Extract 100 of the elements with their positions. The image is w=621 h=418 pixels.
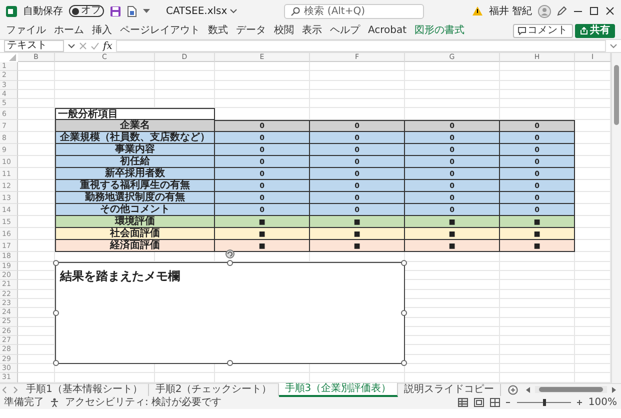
empty-cell[interactable]: [500, 345, 575, 355]
empty-cell[interactable]: [55, 80, 155, 90]
resize-handle[interactable]: [401, 360, 407, 366]
check-icon[interactable]: [91, 42, 99, 50]
empty-cell[interactable]: [500, 354, 575, 364]
empty-cell[interactable]: [500, 271, 575, 280]
empty-cell[interactable]: [500, 308, 575, 318]
empty-cell[interactable]: [215, 99, 310, 108]
page-break-preview-icon[interactable]: [490, 398, 500, 407]
empty-cell[interactable]: [405, 336, 500, 346]
empty-cell[interactable]: [405, 290, 500, 299]
empty-cell[interactable]: [405, 99, 500, 108]
resize-handle[interactable]: [401, 260, 407, 266]
empty-cell[interactable]: [215, 90, 310, 100]
resize-handle[interactable]: [53, 310, 59, 316]
close-icon[interactable]: [605, 6, 615, 16]
ribbon-tab[interactable]: 挿入: [92, 23, 112, 38]
autosave-toggle[interactable]: オフ: [69, 5, 104, 17]
resize-handle[interactable]: [53, 360, 59, 366]
caret-icon[interactable]: [68, 44, 75, 48]
normal-view-icon[interactable]: [458, 398, 468, 407]
empty-cell[interactable]: [500, 318, 575, 327]
ribbon-tab[interactable]: ファイル: [6, 23, 46, 38]
empty-cell[interactable]: [215, 71, 310, 81]
insert-function-button[interactable]: fx: [103, 38, 112, 54]
empty-cell[interactable]: [405, 90, 500, 100]
empty-cell[interactable]: [500, 99, 575, 108]
ribbon-tab[interactable]: 校閲: [274, 23, 294, 38]
empty-cell[interactable]: [500, 262, 575, 272]
empty-cell[interactable]: [500, 290, 575, 299]
scroll-left-icon[interactable]: [525, 386, 532, 394]
empty-cell[interactable]: [500, 62, 575, 72]
empty-cell[interactable]: [405, 271, 500, 280]
empty-cell[interactable]: [155, 99, 215, 108]
empty-cell[interactable]: [405, 62, 500, 72]
empty-cell[interactable]: [405, 298, 500, 308]
save-icon[interactable]: [110, 6, 121, 16]
comment-button[interactable]: コメント: [512, 24, 572, 38]
empty-cell[interactable]: [405, 252, 500, 262]
empty-cell[interactable]: [405, 364, 500, 374]
resize-handle[interactable]: [53, 260, 59, 266]
accessibility-status[interactable]: アクセシビリティ: 検討が必要です: [65, 394, 222, 410]
empty-cell[interactable]: [500, 336, 575, 346]
empty-cell[interactable]: [500, 90, 575, 100]
name-box[interactable]: テキスト: [4, 40, 64, 52]
empty-cell[interactable]: [405, 345, 500, 355]
vertical-scrollbar[interactable]: [611, 53, 621, 383]
empty-cell[interactable]: [310, 99, 405, 108]
empty-cell[interactable]: [55, 71, 155, 81]
empty-cell[interactable]: [55, 99, 155, 108]
empty-cell[interactable]: [500, 364, 575, 374]
caret-icon[interactable]: [143, 8, 150, 14]
empty-cell[interactable]: [155, 62, 215, 72]
empty-cell[interactable]: [155, 71, 215, 81]
maximize-icon[interactable]: [589, 6, 599, 16]
filename-dropdown[interactable]: CATSEE.xlsx: [166, 4, 237, 18]
sheet-tab[interactable]: 手順3（企業別評価表）: [278, 382, 398, 397]
page-layout-icon[interactable]: [474, 398, 484, 407]
empty-cell[interactable]: [215, 80, 310, 90]
empty-cell[interactable]: [500, 252, 575, 262]
document-icon[interactable]: [127, 6, 137, 16]
empty-cell[interactable]: [55, 90, 155, 100]
scroll-right-icon[interactable]: [611, 386, 617, 394]
slider-thumb[interactable]: [542, 398, 546, 406]
empty-cell[interactable]: [405, 71, 500, 81]
resize-handle[interactable]: [401, 310, 407, 316]
empty-cell[interactable]: [500, 280, 575, 290]
empty-cell[interactable]: [310, 90, 405, 100]
avatar-icon[interactable]: [538, 4, 551, 18]
formula-input[interactable]: [116, 40, 606, 52]
search-field[interactable]: 検索 (Alt+Q): [284, 4, 424, 18]
zoom-in-icon[interactable]: [577, 398, 582, 407]
empty-cell[interactable]: [500, 71, 575, 81]
empty-cell[interactable]: [500, 298, 575, 308]
resize-handle[interactable]: [227, 260, 233, 266]
expand-icon[interactable]: [610, 44, 617, 48]
empty-cell[interactable]: [405, 280, 500, 290]
resize-handle[interactable]: [227, 360, 233, 366]
empty-cell[interactable]: [55, 62, 155, 72]
empty-cell[interactable]: [155, 80, 215, 90]
cancel-icon[interactable]: [79, 42, 87, 50]
zoom-slider[interactable]: [517, 398, 572, 407]
ribbon-tab[interactable]: Acrobat: [368, 23, 407, 38]
empty-cell[interactable]: [310, 71, 405, 81]
empty-cell[interactable]: [215, 62, 310, 72]
ribbon-tab[interactable]: ヘルプ: [330, 23, 360, 38]
empty-cell[interactable]: [155, 90, 215, 100]
empty-cell[interactable]: [500, 326, 575, 336]
empty-cell[interactable]: [310, 80, 405, 90]
zoom-level[interactable]: 100%: [588, 394, 617, 410]
share-button[interactable]: 共有: [575, 24, 615, 38]
ribbon-tab[interactable]: データ: [236, 23, 266, 38]
empty-cell[interactable]: [405, 326, 500, 336]
pen-icon[interactable]: [557, 6, 567, 16]
ribbon-tab[interactable]: ホーム: [54, 23, 84, 38]
horizontal-scrollbar[interactable]: [535, 386, 607, 394]
empty-cell[interactable]: [500, 80, 575, 90]
ribbon-tab[interactable]: 図形の書式: [414, 23, 465, 38]
add-sheet-icon[interactable]: [507, 384, 520, 395]
empty-cell[interactable]: [405, 318, 500, 327]
